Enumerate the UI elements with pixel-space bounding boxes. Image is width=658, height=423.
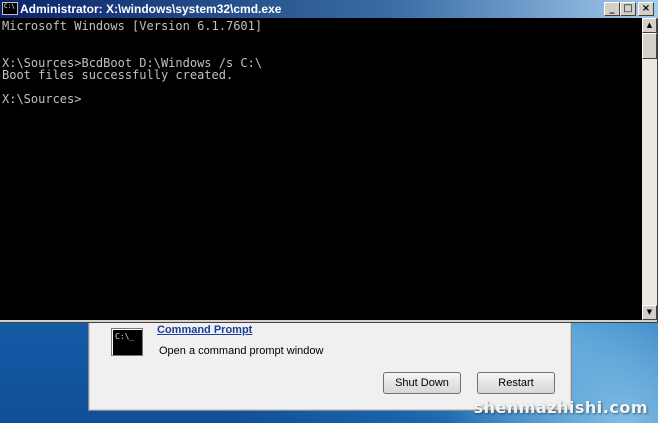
console-line: Boot files successfully created. <box>2 68 234 82</box>
title-bar[interactable]: C:\ Administrator: X:\windows\system32\c… <box>0 0 658 18</box>
cmd-window-icon-text: C:\ <box>4 3 15 10</box>
vertical-scrollbar[interactable]: ▲ ▼ <box>642 18 657 320</box>
cmd-window: C:\ Administrator: X:\windows\system32\c… <box>0 0 658 323</box>
command-prompt-icon[interactable]: C:\_ <box>111 328 143 356</box>
maximize-button[interactable]: □ <box>620 2 636 16</box>
scroll-up-arrow-icon[interactable]: ▲ <box>642 18 657 33</box>
cmd-window-icon[interactable]: C:\ <box>2 2 18 15</box>
watermark: shenmazhishi.com <box>473 398 648 417</box>
console-line: Microsoft Windows [Version 6.1.7601] <box>2 19 263 33</box>
shut-down-button[interactable]: Shut Down <box>383 372 461 394</box>
console-prompt: X:\Sources> <box>2 92 82 106</box>
scrollbar-thumb[interactable] <box>642 33 657 59</box>
close-button[interactable]: × <box>638 2 654 16</box>
restart-button[interactable]: Restart <box>477 372 555 394</box>
command-prompt-icon-text: C:\_ <box>115 332 135 341</box>
command-prompt-link[interactable]: Command Prompt <box>157 324 252 336</box>
command-prompt-description: Open a command prompt window <box>159 345 324 357</box>
minimize-button[interactable]: _ <box>604 2 620 16</box>
window-title: Administrator: X:\windows\system32\cmd.e… <box>20 2 282 16</box>
scroll-down-arrow-icon[interactable]: ▼ <box>642 305 657 320</box>
console-output[interactable]: Microsoft Windows [Version 6.1.7601] X:\… <box>0 18 642 320</box>
